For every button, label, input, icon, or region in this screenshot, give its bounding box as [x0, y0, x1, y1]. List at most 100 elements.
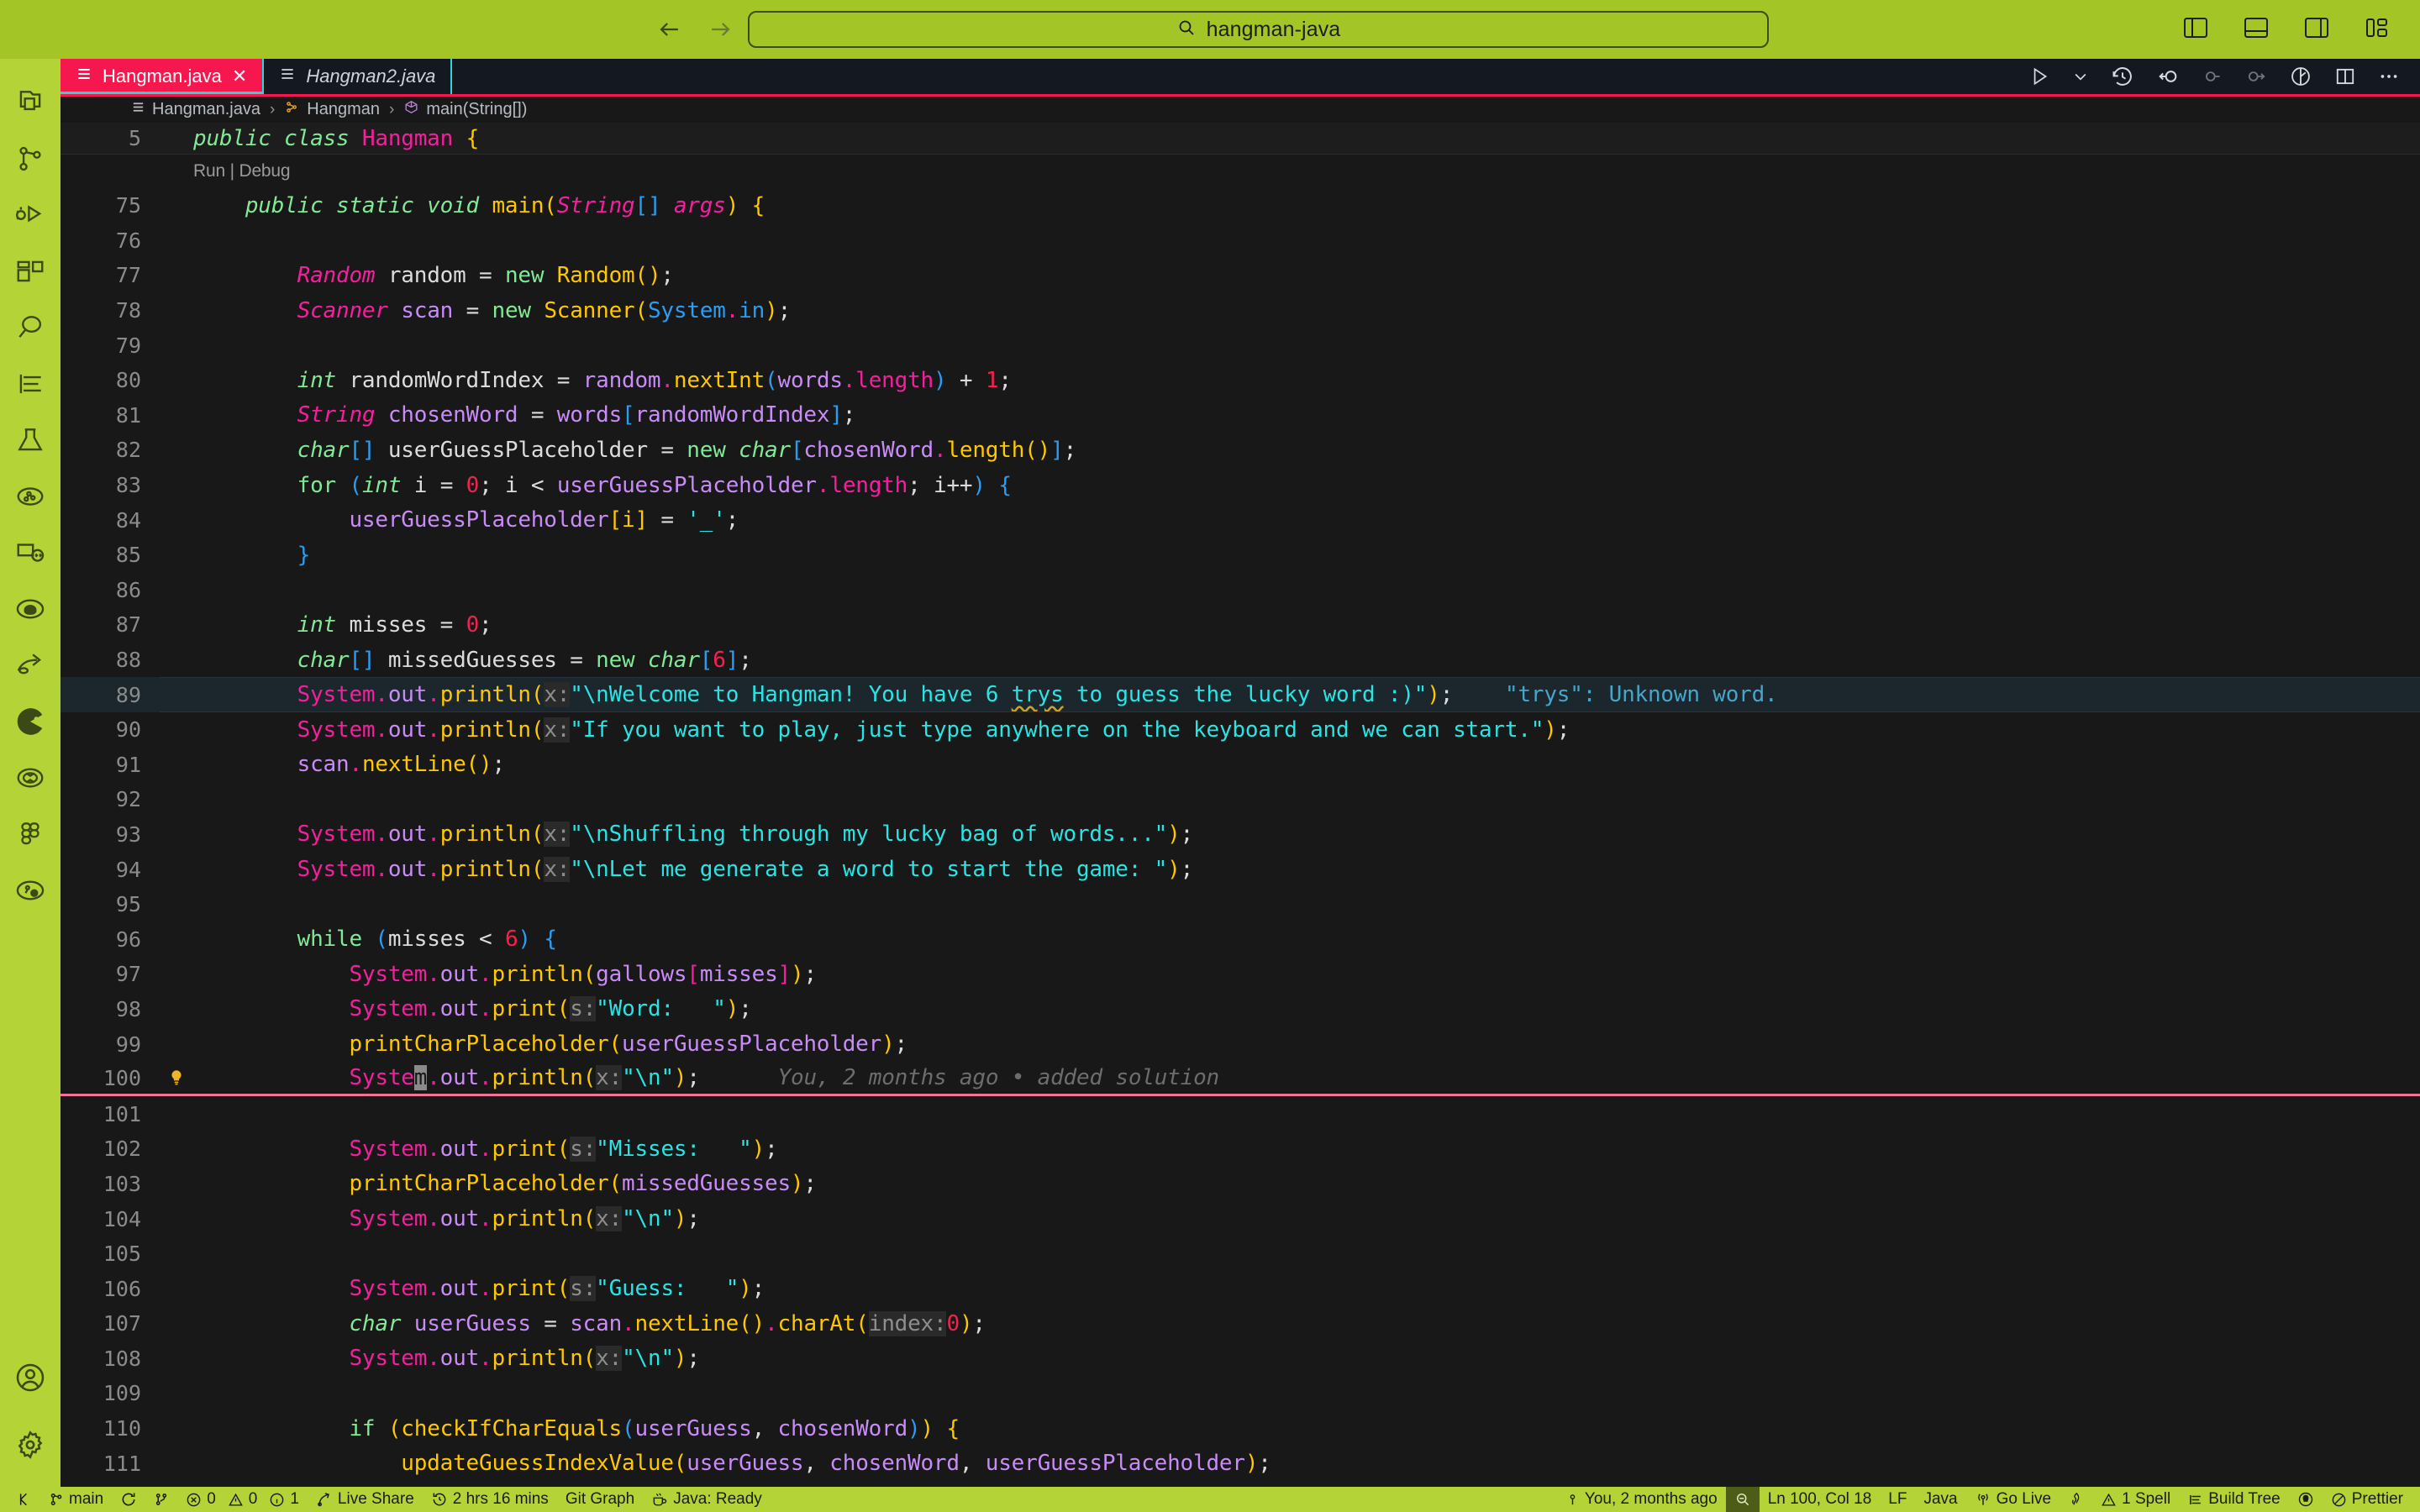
code-line[interactable]: 80 int randomWordIndex = random.nextInt(… — [60, 363, 2420, 398]
sidebar-item-github[interactable] — [0, 580, 60, 637]
sidebar-item-pacman[interactable] — [0, 693, 60, 749]
sidebar-item-figma[interactable] — [0, 806, 60, 862]
tab-hangman-java[interactable]: Hangman.java ✕ — [60, 59, 263, 94]
gear-icon[interactable] — [0, 1411, 60, 1478]
code-lens-debug[interactable]: Debug — [239, 161, 290, 181]
branch-indicator[interactable]: main — [40, 1487, 112, 1512]
code-line[interactable]: 90 System.out.println(x:"If you want to … — [60, 712, 2420, 748]
code-line[interactable]: 84 userGuessPlaceholder[i] = '_'; — [60, 502, 2420, 538]
toggle-primary-sidebar-icon[interactable] — [2183, 16, 2208, 44]
code-line[interactable]: 108 System.out.println(x:"\n"); — [60, 1341, 2420, 1377]
code-line[interactable]: 88 char[] missedGuesses = new char[6]; — [60, 643, 2420, 678]
split-editor-icon[interactable] — [2334, 66, 2356, 87]
wakatime-indicator[interactable]: 2 hrs 16 mins — [423, 1487, 557, 1512]
code-line[interactable]: 101 — [60, 1096, 2420, 1131]
eol-selector[interactable]: LF — [1880, 1487, 1915, 1512]
git-graph-button[interactable]: Git Graph — [557, 1487, 643, 1512]
customize-layout-icon[interactable] — [2365, 16, 2390, 44]
code-line[interactable]: 92 — [60, 782, 2420, 817]
sidebar-item-java-projects[interactable] — [0, 862, 60, 918]
sidebar-item-explorer[interactable] — [0, 74, 60, 130]
run-button[interactable] — [2028, 66, 2050, 87]
code-line[interactable]: 102 System.out.print(s:"Misses: "); — [60, 1131, 2420, 1167]
code-line[interactable]: 105 — [60, 1236, 2420, 1272]
sonarlint-status[interactable] — [2060, 1487, 2092, 1512]
java-status[interactable]: Java: Ready — [643, 1487, 771, 1512]
prettier-status[interactable]: Prettier — [2323, 1487, 2412, 1512]
circle-icon[interactable] — [2202, 66, 2223, 87]
code-line[interactable]: 97 System.out.println(gallows[misses]); — [60, 957, 2420, 992]
code-line[interactable]: 86 — [60, 573, 2420, 608]
code-lines[interactable]: Run | Debug 75 public static void main(St… — [60, 155, 2420, 1487]
code-line[interactable]: 87 int misses = 0; — [60, 607, 2420, 643]
code-line[interactable]: 76 — [60, 223, 2420, 259]
code-line[interactable]: 104 System.out.println(x:"\n"); — [60, 1201, 2420, 1236]
code-line[interactable]: 110 if (checkIfCharEquals(userGuess, cho… — [60, 1411, 2420, 1446]
sidebar-item-extensions[interactable] — [0, 243, 60, 299]
sidebar-item-testing[interactable] — [0, 412, 60, 468]
toggle-secondary-sidebar-icon[interactable] — [2304, 16, 2329, 44]
code-lens-run[interactable]: Run — [193, 161, 225, 181]
code-line[interactable]: 99 printCharPlaceholder(userGuessPlaceho… — [60, 1026, 2420, 1062]
chevron-down-icon[interactable] — [2072, 68, 2089, 85]
code-line[interactable]: 78 Scanner scan = new Scanner(System.in)… — [60, 293, 2420, 328]
code-line[interactable]: 81 String chosenWord = words[randomWordI… — [60, 398, 2420, 433]
arrow-right-icon[interactable] — [706, 15, 734, 44]
tab-hangman2-java[interactable]: Hangman2.java — [264, 59, 451, 94]
code-line[interactable]: 94 System.out.println(x:"\nLet me genera… — [60, 852, 2420, 887]
command-center-search[interactable]: hangman-java — [748, 11, 1769, 48]
problems-indicator[interactable]: 0 0 1 — [177, 1487, 308, 1512]
spell-checker[interactable]: 1 Spell — [2092, 1487, 2179, 1512]
sidebar-item-run-and-debug[interactable] — [0, 186, 60, 243]
code-line[interactable]: 107 char userGuess = scan.nextLine().cha… — [60, 1306, 2420, 1341]
account-icon[interactable] — [0, 1344, 60, 1411]
code-line[interactable]: 98 System.out.print(s:"Word: "); — [60, 992, 2420, 1027]
cursor-position[interactable]: Ln 100, Col 18 — [1760, 1487, 1881, 1512]
code-line[interactable]: 89 System.out.println(x:"\nWelcome to Ha… — [60, 677, 2420, 712]
sidebar-item-outline[interactable] — [0, 355, 60, 412]
sidebar-item-live-share[interactable] — [0, 468, 60, 524]
code-line[interactable]: 93 System.out.println(x:"\nShuffling thr… — [60, 817, 2420, 853]
code-line[interactable]: 96 while (misses < 6) { — [60, 921, 2420, 957]
arrow-left-icon[interactable] — [655, 15, 684, 44]
sidebar-item-sync[interactable] — [0, 749, 60, 806]
sidebar-item-source-control[interactable] — [0, 130, 60, 186]
code-line[interactable]: 85 } — [60, 538, 2420, 573]
code-line[interactable]: 75 public static void main(String[] args… — [60, 188, 2420, 223]
breadcrumb-item-class[interactable]: Hangman — [284, 99, 380, 120]
code-line[interactable]: 77 Random random = new Random(); — [60, 258, 2420, 293]
code-line[interactable]: 83 for (int i = 0; i < userGuessPlacehol… — [60, 468, 2420, 503]
breadcrumb-item-file[interactable]: Hangman.java — [131, 100, 260, 119]
code-line[interactable]: 100 System.out.println(x:"\n"); You, 2 m… — [60, 1062, 2420, 1097]
sync-changes-button[interactable] — [112, 1487, 145, 1512]
code-line[interactable]: 79 — [60, 328, 2420, 363]
code-line[interactable]: 82 char[] userGuessPlaceholder = new cha… — [60, 433, 2420, 468]
sticky-scroll-header[interactable]: 5 public class Hangman { — [60, 123, 2420, 155]
code-line[interactable]: 91 scan.nextLine(); — [60, 748, 2420, 783]
code-editor[interactable]: 5 public class Hangman { Run | Debug 75 p… — [60, 123, 2420, 1487]
sidebar-item-remote-explorer[interactable] — [0, 524, 60, 580]
git-graph-branch-icon[interactable] — [145, 1487, 177, 1512]
code-line[interactable]: 106 System.out.print(s:"Guess: "); — [60, 1271, 2420, 1306]
inline-git-blame[interactable]: You, 2 months ago • added solution — [700, 1065, 1220, 1090]
code-line[interactable]: 95 — [60, 887, 2420, 922]
code-line[interactable]: 103 printCharPlaceholder(missedGuesses); — [60, 1167, 2420, 1202]
language-mode[interactable]: Java — [1915, 1487, 1965, 1512]
sidebar-item-search[interactable] — [0, 299, 60, 355]
code-line[interactable]: 111 updateGuessIndexValue(userGuess, cho… — [60, 1446, 2420, 1481]
sidebar-item-share[interactable] — [0, 637, 60, 693]
coverage-icon[interactable] — [2289, 65, 2312, 88]
step-back-icon[interactable] — [2156, 65, 2180, 88]
toggle-panel-icon[interactable] — [2244, 16, 2269, 44]
more-actions-icon[interactable] — [2378, 66, 2400, 87]
go-live-button[interactable]: Go Live — [1966, 1487, 2060, 1512]
code-line[interactable]: 109 — [60, 1376, 2420, 1411]
remote-window-indicator[interactable] — [7, 1487, 40, 1512]
close-icon[interactable]: ✕ — [232, 66, 247, 87]
circle-arrow-icon[interactable] — [2245, 66, 2267, 87]
build-tree-button[interactable]: Build Tree — [2179, 1487, 2289, 1512]
breadcrumb-item-method[interactable]: main(String[]) — [403, 99, 527, 120]
code-lens-actions[interactable]: Run | Debug — [193, 161, 2420, 181]
notifications-bell[interactable] — [2289, 1487, 2323, 1512]
timeline-history-icon[interactable] — [2111, 65, 2134, 88]
